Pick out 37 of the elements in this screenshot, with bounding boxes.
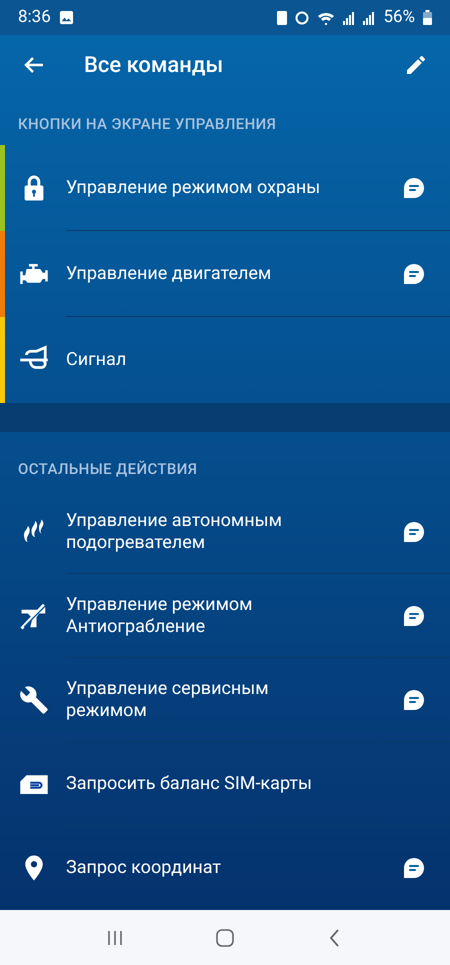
- page-title: Все команды: [84, 52, 224, 80]
- command-label: Запрос координат: [66, 857, 222, 879]
- command-row[interactable]: Управление режимом охраны: [0, 145, 450, 231]
- command-row[interactable]: Запросить баланс SIM-карты: [0, 742, 450, 826]
- command-label: Управление двигателем: [66, 263, 272, 285]
- section-heading: ОСТАЛЬНЫЕ ДЕЙСТВИЯ: [18, 458, 198, 480]
- command-label: Управление сервисным режимом: [66, 678, 270, 722]
- command-label: Управление автономным подогревателем: [66, 510, 283, 554]
- signal-icon: [363, 10, 376, 24]
- home-icon[interactable]: [215, 928, 235, 948]
- command-row[interactable]: Управление двигателем: [0, 231, 450, 317]
- command-row[interactable]: Управление сервисным режимом: [0, 658, 450, 742]
- battery-icon: [423, 10, 432, 25]
- command-label: Запросить баланс SIM-карты: [66, 773, 313, 795]
- command-label: Управление режимом Антиограбление: [66, 594, 254, 638]
- message-icon[interactable]: [402, 856, 426, 880]
- alarm-icon: [295, 10, 310, 24]
- command-row[interactable]: Запрос координат: [0, 826, 450, 910]
- message-icon[interactable]: [402, 604, 426, 628]
- command-row[interactable]: Управление автономным подогревателем: [0, 490, 450, 574]
- section-heading: КНОПКИ НА ЭКРАНЕ УПРАВЛЕНИЯ: [18, 114, 276, 134]
- status-time: 8:36: [18, 6, 51, 29]
- battery-percent: 56%: [383, 6, 415, 29]
- message-icon[interactable]: [402, 176, 426, 200]
- command-label: Сигнал: [66, 349, 128, 371]
- message-icon[interactable]: [402, 688, 426, 712]
- message-icon[interactable]: [402, 262, 426, 286]
- battery-saver-icon: [277, 10, 288, 24]
- image-icon: [58, 10, 74, 25]
- signal-icon: [343, 10, 356, 24]
- wifi-icon: [317, 10, 336, 24]
- command-row[interactable]: Управление режимом Антиограбление: [0, 574, 450, 658]
- wrench-icon: [19, 685, 49, 715]
- command-row[interactable]: Сигнал: [0, 317, 450, 403]
- pencil-icon: [404, 53, 428, 77]
- command-label: Управление режимом охраны: [66, 177, 322, 199]
- message-icon[interactable]: [402, 520, 426, 544]
